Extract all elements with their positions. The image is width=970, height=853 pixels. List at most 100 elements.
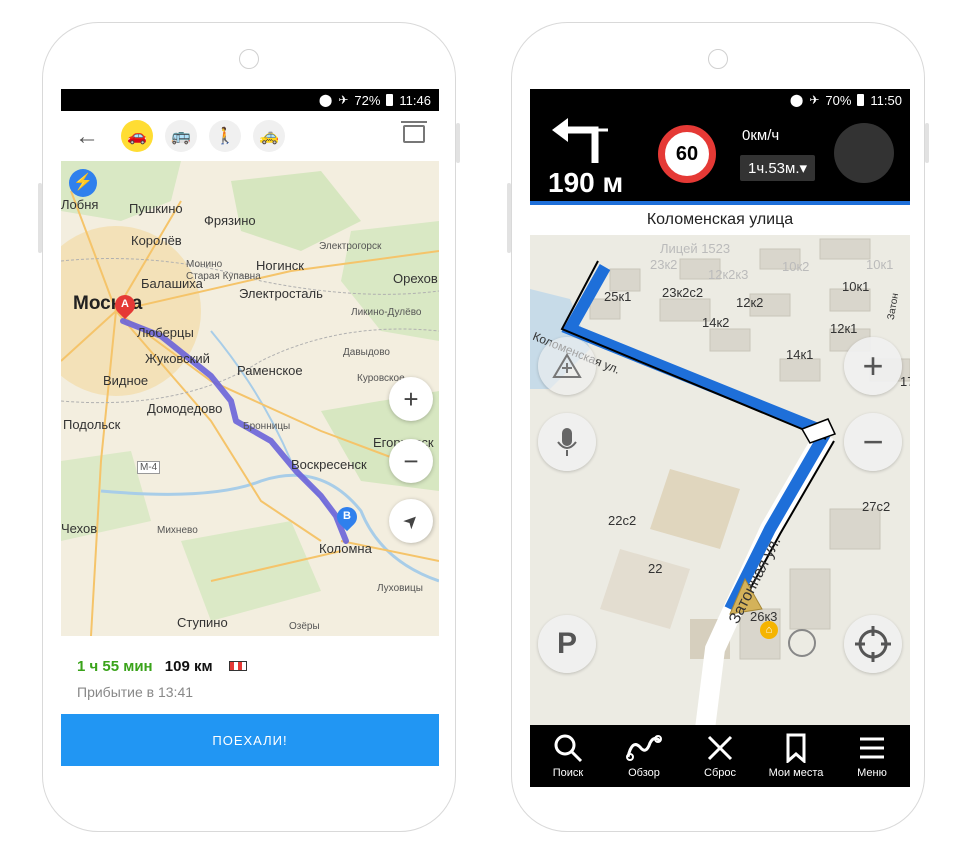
nav-label: Мои места (768, 767, 824, 779)
status-bar: ⬤ ✈ 70% 11:50 (530, 89, 910, 111)
map-label: Балашиха (141, 276, 203, 291)
zoom-in-button[interactable]: + (844, 337, 902, 395)
map-label: Фрязино (204, 213, 256, 228)
zoom-in-button[interactable]: + (389, 377, 433, 421)
route-map[interactable]: ⚡ Лобня Пушкино Фрязино Королёв Электрог… (61, 161, 439, 636)
map-label: Видное (103, 373, 149, 388)
map-label: Луховицы (377, 583, 423, 594)
map-label: Люберцы (137, 325, 194, 340)
turn-left-icon (552, 118, 608, 163)
map-label: 23к2с2 (662, 285, 704, 300)
zoom-out-button[interactable]: − (389, 439, 433, 483)
nav-label: Обзор (628, 767, 660, 779)
bookmark-icon (786, 733, 806, 763)
menu-icon (860, 737, 884, 759)
dropdown-arrow-icon: ▾ (799, 160, 808, 177)
walk-mode-button[interactable]: 🚶 (209, 120, 241, 152)
map-label: Коломна (319, 541, 372, 556)
bottom-navigation: Поиск Обзор Сброс Мои места Меню (530, 725, 910, 787)
alice-voice-button[interactable] (834, 123, 894, 183)
phone-speaker (708, 49, 728, 69)
map-label: 10к1 (842, 279, 870, 294)
map-label: Электросталь (239, 286, 323, 301)
map-label: Ликино-Дулёво (351, 307, 422, 318)
map-label: 27с2 (862, 499, 891, 514)
microphone-icon (557, 428, 577, 456)
car-mode-button[interactable]: 🚗 (121, 120, 153, 152)
pin-a-label: A (121, 298, 129, 310)
taxi-mode-button[interactable]: 🚕 (253, 120, 285, 152)
map-label: 25к1 (604, 289, 632, 304)
map-label: 12к1 (830, 321, 858, 336)
phone-left: ⬤ ✈ 72% 11:46 ← 🚗 🚌 🚶 🚕 ⚡ Лобня Пушкино … (38, 22, 460, 832)
map-label: Королёв (131, 233, 182, 248)
map-label: Воскресенск (291, 457, 367, 472)
nav-my-places[interactable]: Мои места (758, 725, 834, 787)
map-label: Жуковский (145, 351, 210, 366)
warning-plus-icon (552, 353, 582, 378)
nav-menu[interactable]: Меню (834, 725, 910, 787)
map-label: 10к2 (782, 259, 810, 274)
center-location-button[interactable] (844, 615, 902, 673)
speed-limit-sign: 60 (658, 125, 716, 183)
route-distance: 109 км (164, 658, 213, 675)
go-button[interactable]: ПОЕХАЛИ! (61, 714, 439, 766)
clock: 11:50 (870, 92, 902, 108)
map-label: 14к1 (786, 347, 814, 362)
clock: 11:46 (399, 92, 431, 108)
battery-icon (386, 94, 394, 106)
maneuver-panel: 190 м 60 0км/ч 1ч.53м.▾ (530, 111, 910, 201)
current-speed: 0км/ч (742, 127, 780, 144)
route-summary: 1 ч 55 мин 109 км Прибытие в 13:41 ПОЕХА… (61, 636, 439, 766)
map-label: M-4 (137, 461, 161, 474)
map-label: Ногинск (256, 258, 304, 273)
overview-icon (626, 735, 662, 761)
location-icon: ⬤ (789, 93, 804, 107)
voice-search-button[interactable] (538, 413, 596, 471)
map-label: Монино (186, 259, 223, 270)
reset-icon (707, 735, 733, 761)
screen-right: ⬤ ✈ 70% 11:50 190 м 60 0км/ч 1ч.53м.▾ Ко… (530, 89, 910, 787)
route-arrival: Прибытие в 13:41 (77, 684, 194, 700)
nav-overview[interactable]: Обзор (606, 725, 682, 787)
nav-reset[interactable]: Сброс (682, 725, 758, 787)
current-street: Коломенская улица (530, 205, 910, 235)
map-label: Раменское (237, 363, 303, 378)
speed-limit-value: 60 (675, 142, 699, 165)
home-icon[interactable]: ⌂ (760, 621, 778, 639)
map-label: Давыдово (343, 347, 390, 358)
report-event-button[interactable] (538, 337, 596, 395)
route-list-icon[interactable] (401, 121, 427, 143)
pin-b-label: B (343, 510, 351, 522)
battery-percent: 70% (825, 92, 852, 108)
location-icon: ⬤ (318, 93, 333, 107)
map-label: 12к2 (736, 295, 764, 310)
back-arrow-icon[interactable]: ← (75, 123, 99, 151)
power-button (456, 123, 460, 163)
map-label: 12к2к3 (708, 267, 749, 282)
map-label: Чехов (61, 521, 98, 536)
nav-search[interactable]: Поиск (530, 725, 606, 787)
nav-label: Меню (857, 767, 887, 779)
bus-mode-button[interactable]: 🚌 (165, 120, 197, 152)
eta-dropdown[interactable]: 1ч.53м.▾ (740, 155, 816, 181)
zoom-out-button[interactable]: − (844, 413, 902, 471)
map-label: Орехов (393, 271, 438, 286)
map-label: 10к1 (866, 257, 894, 272)
map-label: Лобня (61, 197, 99, 212)
traffic-icon[interactable]: ⚡ (69, 169, 97, 197)
map-label: Домодедово (147, 401, 223, 416)
power-button (925, 123, 929, 163)
battery-percent: 72% (354, 92, 381, 108)
compass-icon[interactable] (788, 629, 816, 657)
map-label: Озёры (289, 621, 320, 632)
search-icon (554, 734, 583, 763)
volume-button (507, 183, 511, 253)
phone-right: ⬤ ✈ 70% 11:50 190 м 60 0км/ч 1ч.53м.▾ Ко… (507, 22, 929, 832)
nav-label: Поиск (552, 767, 584, 779)
map-label: Пушкино (129, 201, 183, 216)
parking-button[interactable]: P (538, 615, 596, 673)
map-label: 17 (900, 374, 910, 389)
map-background (61, 161, 439, 636)
map-label: Лицей 1523 (660, 241, 731, 256)
